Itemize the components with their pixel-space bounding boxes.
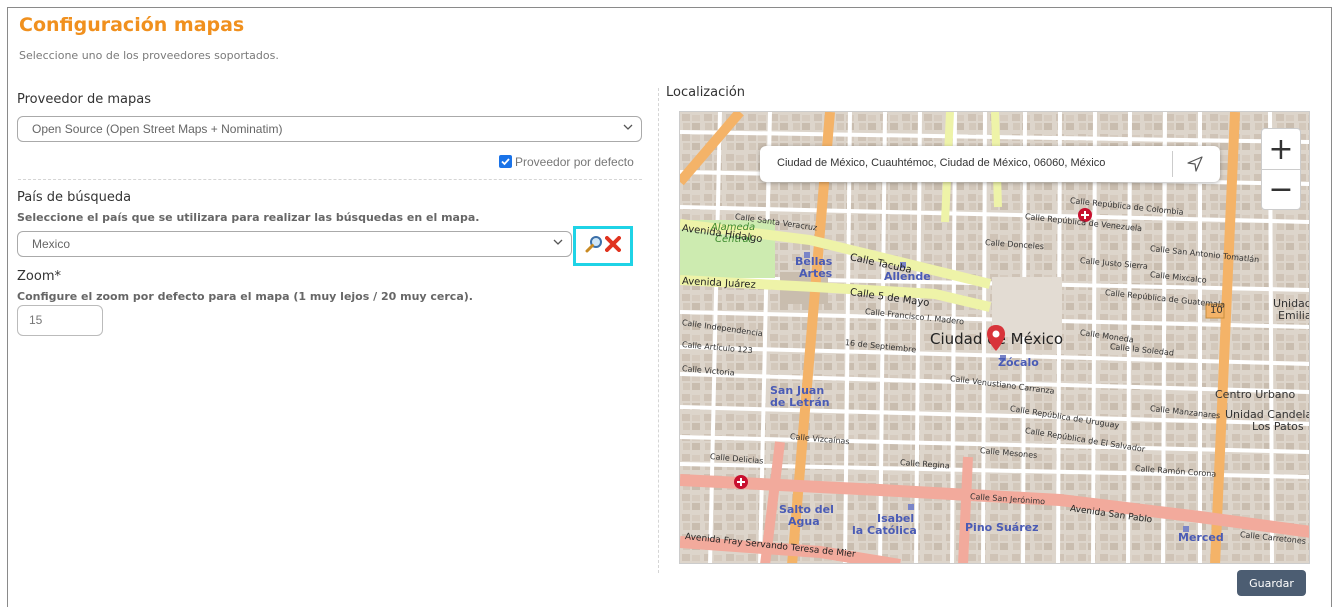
divider [18, 179, 642, 180]
chevron-down-icon [623, 124, 633, 130]
map-label-merced: Merced [1178, 531, 1224, 544]
map-label-agua: Agua [788, 515, 820, 528]
location-label: Localización [666, 85, 746, 100]
page-subtitle: Seleccione uno de los proveedores soport… [19, 49, 279, 62]
page-title: Configuración mapas [19, 14, 245, 36]
route-shield-10: 10 [1210, 305, 1223, 316]
map-label-artes: Artes [799, 267, 833, 280]
map-label-allende: Allende [884, 270, 931, 283]
search-separator [1172, 151, 1173, 177]
default-provider-label: Proveedor por defecto [515, 155, 634, 169]
location-marker-icon[interactable] [986, 324, 1006, 352]
config-panel: Configuración mapas Seleccione uno de lo… [7, 7, 1332, 607]
map-label-los-patos: Los Patos [1252, 420, 1304, 433]
map-view[interactable]: Alameda Central Avenida Hidalgo Avenida … [679, 111, 1310, 564]
country-help: Seleccione el país que se utilizara para… [17, 211, 480, 224]
map-label-centro-urbano: Centro Urbano [1215, 388, 1296, 401]
map-label-zocalo: Zócalo [998, 356, 1039, 369]
map-label-pino-suarez: Pino Suárez [965, 521, 1039, 534]
country-select-value: Mexico [32, 237, 71, 251]
map-label-emilian: Emilian [1278, 309, 1309, 322]
chevron-down-icon [553, 239, 563, 245]
map-label-la-catolica: la Católica [852, 524, 917, 537]
provider-select[interactable]: Open Source (Open Street Maps + Nominati… [17, 116, 642, 142]
provider-select-value: Open Source (Open Street Maps + Nominati… [32, 122, 283, 136]
zoom-label: Zoom* [17, 269, 61, 284]
default-provider-checkbox[interactable] [499, 155, 512, 168]
magnifier-icon[interactable] [585, 235, 603, 253]
country-actions-highlight [573, 226, 633, 266]
zoom-input[interactable]: 15 [17, 305, 103, 336]
map-search-box[interactable]: Ciudad de México, Cuauhtémoc, Ciudad de … [760, 146, 1220, 182]
map-search-value: Ciudad de México, Cuauhtémoc, Ciudad de … [777, 157, 1106, 169]
check-icon [501, 158, 510, 166]
zoom-in-button[interactable]: + [1262, 129, 1300, 169]
provider-label: Proveedor de mapas [17, 92, 151, 107]
column-divider [658, 88, 659, 573]
zoom-out-button[interactable]: − [1262, 169, 1300, 209]
save-button[interactable]: Guardar [1237, 570, 1306, 596]
map-label-de-letran: de Letrán [770, 396, 830, 409]
zoom-help: Configure el zoom por defecto para el ma… [17, 290, 473, 303]
clear-x-icon[interactable] [605, 236, 621, 252]
map-zoom-controls: + − [1261, 128, 1301, 210]
country-label: País de búsqueda [17, 190, 132, 205]
country-select[interactable]: Mexico [17, 231, 572, 257]
navigate-arrow-icon[interactable] [1186, 155, 1204, 173]
